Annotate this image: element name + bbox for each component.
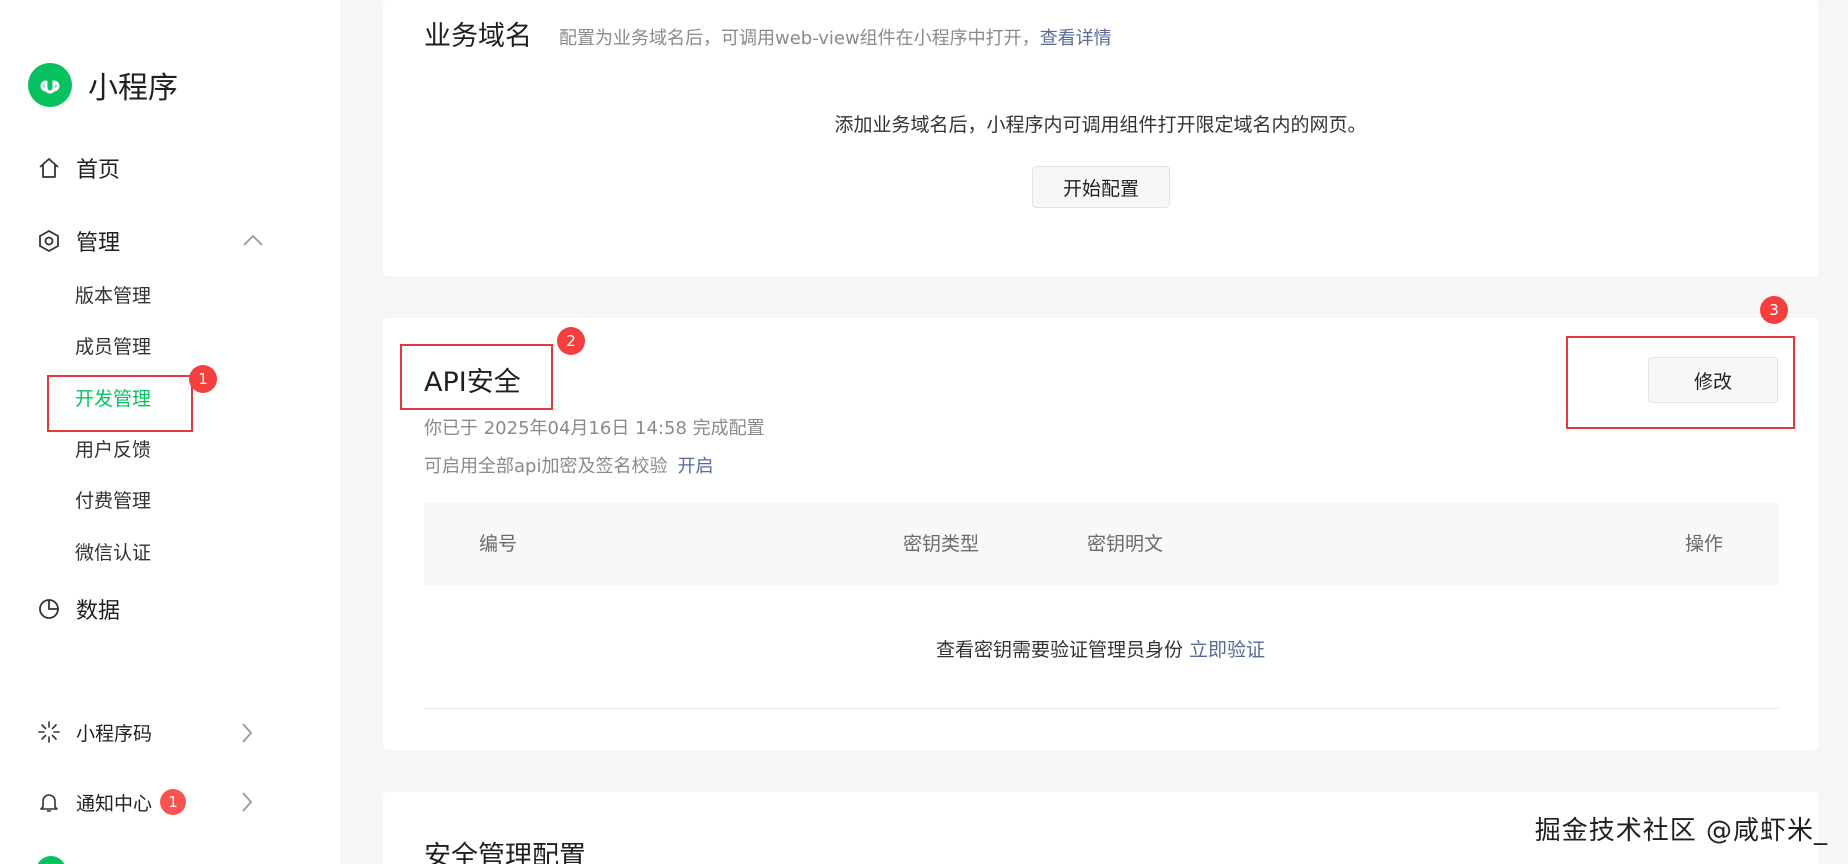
bell-icon xyxy=(36,789,62,815)
nav-home[interactable]: 首页 xyxy=(36,152,120,184)
annotation-box-1 xyxy=(47,375,193,432)
annotation-box-3 xyxy=(1566,336,1795,429)
nav-data-label: 数据 xyxy=(76,599,121,624)
nav-notice[interactable]: 通知中心 1 xyxy=(36,786,187,818)
enable-link[interactable]: 开启 xyxy=(677,456,713,477)
business-domain-empty-text: 添加业务域名后，小程序内可调用组件打开限定域名内的网页。 xyxy=(834,114,1367,136)
hexagon-settings-icon xyxy=(36,228,62,254)
avatar[interactable] xyxy=(36,856,66,864)
watermark: 掘金技术社区 @咸虾米_ xyxy=(1534,816,1828,846)
pie-chart-icon xyxy=(36,596,62,622)
brand-name: 小程序 xyxy=(88,71,178,106)
col-key-type: 密钥类型 xyxy=(903,533,980,555)
start-config-button[interactable]: 开始配置 xyxy=(1032,166,1170,208)
col-number: 编号 xyxy=(479,533,518,555)
chevron-right-icon[interactable] xyxy=(240,791,254,813)
brand[interactable]: 小程序 xyxy=(28,62,178,108)
view-details-link[interactable]: 查看详情 xyxy=(1040,28,1112,49)
api-encryption-hint-text: 可启用全部api加密及签名校验 xyxy=(424,456,668,477)
key-table-header: 编号 密钥类型 密钥明文 操作 xyxy=(424,503,1779,585)
sidebar-item-members[interactable]: 成员管理 xyxy=(75,333,151,361)
chevron-right-icon[interactable] xyxy=(240,722,254,744)
business-domain-desc: 配置为业务域名后，可调用web-view组件在小程序中打开，查看详情 xyxy=(559,24,1112,50)
nav-notice-label: 通知中心 xyxy=(76,792,153,815)
business-domain-title: 业务域名 xyxy=(424,21,532,52)
nav-qrcode[interactable]: 小程序码 xyxy=(36,716,152,748)
annotation-badge-3: 3 xyxy=(1760,296,1788,324)
business-domain-desc-text: 配置为业务域名后，可调用web-view组件在小程序中打开， xyxy=(559,28,1040,49)
annotation-badge-1: 1 xyxy=(189,365,217,393)
verify-prompt: 查看密钥需要验证管理员身份 立即验证 xyxy=(383,635,1818,662)
configured-status-text: 你已于 2025年04月16日 14:58 完成配置 xyxy=(424,418,765,439)
security-config-title: 安全管理配置 xyxy=(424,841,586,864)
business-domain-card: 业务域名 配置为业务域名后，可调用web-view组件在小程序中打开，查看详情 … xyxy=(383,0,1818,276)
notice-count-badge: 1 xyxy=(160,789,187,815)
nav-manage[interactable]: 管理 xyxy=(36,225,120,257)
sidebar: 小程序 首页 管理 版本管理 成员管理 开发管理 用户反馈 付费管理 微信认证 … xyxy=(0,0,340,864)
nav-home-label: 首页 xyxy=(76,158,121,183)
miniprogram-code-icon xyxy=(36,719,62,745)
sidebar-item-payment[interactable]: 付费管理 xyxy=(75,487,151,515)
sidebar-item-version[interactable]: 版本管理 xyxy=(75,282,151,310)
api-encryption-hint: 可启用全部api加密及签名校验 开启 xyxy=(424,452,713,478)
nav-manage-label: 管理 xyxy=(76,231,121,256)
nav-qrcode-label: 小程序码 xyxy=(76,722,153,745)
annotation-badge-2: 2 xyxy=(557,327,585,355)
col-key-plaintext: 密钥明文 xyxy=(1087,533,1164,555)
verify-now-link[interactable]: 立即验证 xyxy=(1189,639,1265,661)
chevron-up-icon[interactable] xyxy=(242,232,264,248)
miniprogram-logo-icon xyxy=(28,63,72,107)
sidebar-item-feedback[interactable]: 用户反馈 xyxy=(75,436,151,464)
table-divider xyxy=(424,708,1779,709)
home-icon xyxy=(36,155,62,181)
annotation-box-2 xyxy=(400,344,553,410)
nav-data[interactable]: 数据 xyxy=(36,593,120,625)
verify-prompt-text: 查看密钥需要验证管理员身份 xyxy=(935,639,1183,661)
col-actions: 操作 xyxy=(1685,533,1724,555)
sidebar-item-certification[interactable]: 微信认证 xyxy=(75,539,151,567)
